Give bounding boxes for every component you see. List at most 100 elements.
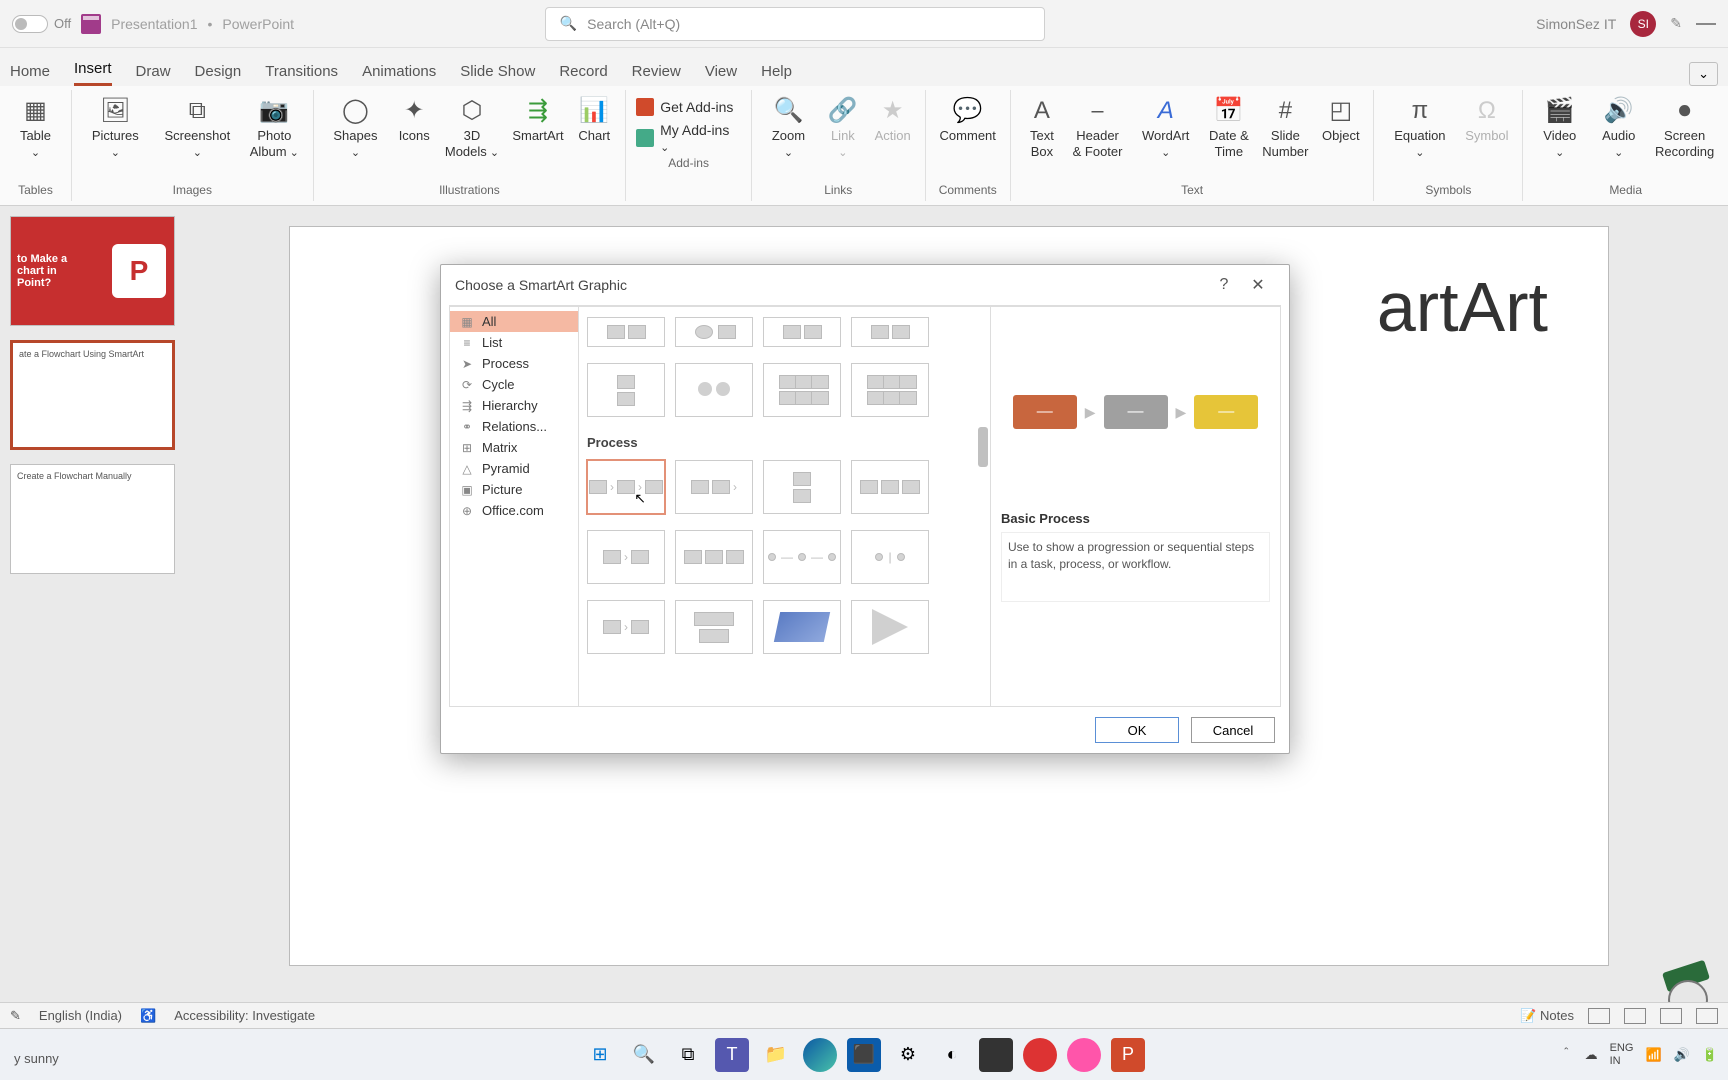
- gallery-item[interactable]: |: [851, 530, 929, 584]
- notes-button[interactable]: 📝 Notes: [1520, 1008, 1574, 1024]
- save-icon[interactable]: [81, 14, 101, 34]
- gallery-item[interactable]: [587, 317, 665, 347]
- category-list[interactable]: ≡List: [450, 332, 578, 353]
- gallery-item[interactable]: [675, 600, 753, 654]
- tab-record[interactable]: Record: [559, 63, 607, 86]
- smartart-button[interactable]: ⇶SmartArt: [509, 94, 568, 146]
- category-office[interactable]: ⊕Office.com: [450, 500, 578, 521]
- gallery-item-basic-process[interactable]: ››↖: [587, 460, 665, 514]
- category-pyramid[interactable]: △Pyramid: [450, 458, 578, 479]
- gallery-item[interactable]: [851, 363, 929, 417]
- object-button[interactable]: ◰Object: [1318, 94, 1363, 146]
- category-picture[interactable]: ▣Picture: [450, 479, 578, 500]
- taskview-icon[interactable]: ⧉: [671, 1038, 705, 1072]
- lang-indicator[interactable]: ENG IN: [1610, 1042, 1634, 1066]
- category-process[interactable]: ➤Process: [450, 353, 578, 374]
- tab-animations[interactable]: Animations: [362, 63, 436, 86]
- spell-icon[interactable]: ✎: [10, 1008, 21, 1024]
- search-icon[interactable]: 🔍: [627, 1038, 661, 1072]
- shapes-button[interactable]: ◯Shapes: [324, 94, 388, 162]
- screenshot-button[interactable]: ⧉Screenshot: [155, 94, 240, 162]
- accessibility-icon[interactable]: ♿: [140, 1008, 156, 1024]
- tab-design[interactable]: Design: [195, 63, 242, 86]
- thumb-slide-3[interactable]: Create a Flowchart Manually: [10, 464, 175, 574]
- category-all[interactable]: ▦All: [450, 311, 578, 332]
- chevron-up-icon[interactable]: ＾: [1560, 1045, 1573, 1064]
- tab-slideshow[interactable]: Slide Show: [460, 63, 535, 86]
- my-addins-button[interactable]: My Add-ins: [636, 122, 741, 154]
- gallery-item[interactable]: [851, 317, 929, 347]
- gallery-item[interactable]: [675, 530, 753, 584]
- app-icon[interactable]: [979, 1038, 1013, 1072]
- category-hierarchy[interactable]: ⇶Hierarchy: [450, 395, 578, 416]
- get-addins-button[interactable]: Get Add-ins: [636, 98, 741, 116]
- volume-icon[interactable]: 🔊: [1674, 1047, 1690, 1063]
- audio-button[interactable]: 🔊Audio: [1592, 94, 1645, 162]
- store-icon[interactable]: ⬛: [847, 1038, 881, 1072]
- thumb-slide-2[interactable]: ate a Flowchart Using SmartArt: [10, 340, 175, 450]
- language-status[interactable]: English (India): [39, 1008, 122, 1023]
- app-icon[interactable]: [1067, 1038, 1101, 1072]
- gallery-item[interactable]: [763, 600, 841, 654]
- gallery-item[interactable]: [763, 460, 841, 514]
- wordart-button[interactable]: AWordArt: [1132, 94, 1199, 162]
- avatar[interactable]: SI: [1630, 11, 1656, 37]
- start-icon[interactable]: ⊞: [583, 1038, 617, 1072]
- video-button[interactable]: 🎬Video: [1533, 94, 1586, 162]
- category-cycle[interactable]: ⟳Cycle: [450, 374, 578, 395]
- tab-transitions[interactable]: Transitions: [265, 63, 338, 86]
- icons-button[interactable]: ✦Icons: [393, 94, 435, 146]
- photoalbum-button[interactable]: 📷Photo Album: [246, 94, 303, 162]
- smartart-gallery[interactable]: Process ››↖ › › —— | ›: [579, 306, 991, 707]
- zoom-button[interactable]: 🔍Zoom: [762, 94, 815, 162]
- autosave-toggle[interactable]: Off: [12, 15, 71, 33]
- search-input[interactable]: 🔍 Search (Alt+Q): [545, 7, 1045, 41]
- tab-insert[interactable]: Insert: [74, 60, 112, 86]
- gallery-item[interactable]: ›: [587, 600, 665, 654]
- datetime-button[interactable]: 📅Date & Time: [1205, 94, 1252, 161]
- thumb-slide-1[interactable]: to Make a chart in Point? P: [10, 216, 175, 326]
- ok-button[interactable]: OK: [1095, 717, 1179, 743]
- category-relationship[interactable]: ⚭Relations...: [450, 416, 578, 437]
- gallery-item[interactable]: [587, 363, 665, 417]
- tab-home[interactable]: Home: [10, 63, 50, 86]
- gallery-item[interactable]: ——: [763, 530, 841, 584]
- minimize-icon[interactable]: [1696, 23, 1716, 25]
- pictures-button[interactable]: 🖼Pictures: [82, 94, 149, 162]
- sorter-view-icon[interactable]: [1624, 1008, 1646, 1024]
- slidenumber-button[interactable]: #Slide Number: [1259, 94, 1313, 161]
- powerpoint-icon[interactable]: P: [1111, 1038, 1145, 1072]
- 3dmodels-button[interactable]: ⬡3D Models: [441, 94, 502, 162]
- reading-view-icon[interactable]: [1660, 1008, 1682, 1024]
- chrome-icon[interactable]: ◐: [935, 1038, 969, 1072]
- tab-view[interactable]: View: [705, 63, 737, 86]
- teams-icon[interactable]: T: [715, 1038, 749, 1072]
- app-icon[interactable]: [1023, 1038, 1057, 1072]
- battery-icon[interactable]: 🔋: [1702, 1047, 1718, 1063]
- onedrive-icon[interactable]: ☁: [1585, 1047, 1598, 1063]
- app-icon[interactable]: ⚙: [891, 1038, 925, 1072]
- close-icon[interactable]: ✕: [1241, 275, 1275, 295]
- accessibility-status[interactable]: Accessibility: Investigate: [174, 1008, 315, 1023]
- cancel-button[interactable]: Cancel: [1191, 717, 1275, 743]
- collapse-ribbon-icon[interactable]: ⌄: [1689, 62, 1718, 86]
- category-matrix[interactable]: ⊞Matrix: [450, 437, 578, 458]
- chart-button[interactable]: 📊Chart: [573, 94, 615, 146]
- gallery-item[interactable]: [675, 317, 753, 347]
- help-icon[interactable]: ?: [1207, 276, 1241, 294]
- comment-button[interactable]: 💬Comment: [936, 94, 1000, 146]
- screenrec-button[interactable]: ⏺Screen Recording: [1651, 94, 1718, 161]
- tab-review[interactable]: Review: [632, 63, 681, 86]
- gallery-item[interactable]: [851, 460, 929, 514]
- gallery-item[interactable]: [763, 363, 841, 417]
- textbox-button[interactable]: AText Box: [1021, 94, 1063, 161]
- pen-icon[interactable]: ✎: [1670, 15, 1682, 32]
- gallery-item[interactable]: [851, 600, 929, 654]
- gallery-item[interactable]: [763, 317, 841, 347]
- headerfooter-button[interactable]: ⎯Header & Footer: [1069, 94, 1126, 161]
- weather-widget[interactable]: y sunny: [14, 1051, 59, 1066]
- toggle-switch[interactable]: [12, 15, 48, 33]
- explorer-icon[interactable]: 📁: [759, 1038, 793, 1072]
- scrollbar-thumb[interactable]: [978, 427, 988, 467]
- edge-icon[interactable]: [803, 1038, 837, 1072]
